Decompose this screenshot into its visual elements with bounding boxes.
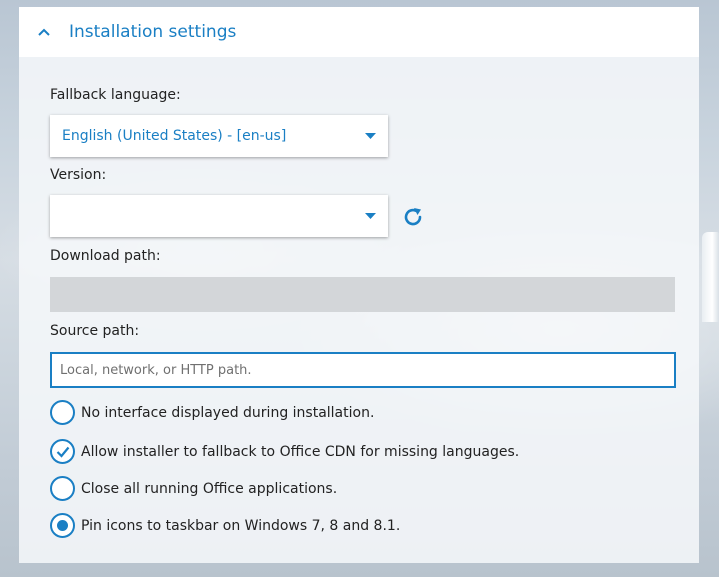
option-label: Close all running Office applications.	[81, 480, 338, 497]
version-label: Version:	[50, 167, 107, 183]
checkmark-icon[interactable]	[50, 439, 75, 464]
background-rock	[702, 232, 719, 322]
installation-settings-header[interactable]: Installation settings	[19, 7, 699, 57]
radio-filled-icon[interactable]	[50, 513, 75, 538]
option-fallback-cdn[interactable]: Allow installer to fallback to Office CD…	[50, 439, 519, 464]
version-dropdown[interactable]	[50, 195, 388, 237]
option-no-interface[interactable]: No interface displayed during installati…	[50, 400, 374, 425]
source-path-label: Source path:	[50, 323, 140, 339]
caret-down-icon	[352, 133, 388, 139]
option-label: Allow installer to fallback to Office CD…	[81, 443, 520, 460]
fallback-language-value: English (United States) - [en-us]	[62, 128, 287, 144]
option-close-office-apps[interactable]: Close all running Office applications.	[50, 476, 337, 501]
caret-down-icon	[352, 213, 388, 219]
radio-empty-icon[interactable]	[50, 400, 75, 425]
refresh-icon[interactable]	[401, 205, 425, 229]
chevron-up-icon[interactable]	[19, 28, 69, 36]
fallback-language-label: Fallback language:	[50, 87, 181, 103]
download-path-field	[50, 277, 675, 312]
radio-empty-icon[interactable]	[50, 476, 75, 501]
source-path-input[interactable]	[50, 352, 676, 388]
section-title: Installation settings	[69, 22, 237, 42]
option-pin-taskbar[interactable]: Pin icons to taskbar on Windows 7, 8 and…	[50, 513, 400, 538]
option-label: No interface displayed during installati…	[81, 404, 375, 421]
option-label: Pin icons to taskbar on Windows 7, 8 and…	[81, 517, 401, 534]
download-path-label: Download path:	[50, 248, 161, 264]
fallback-language-dropdown[interactable]: English (United States) - [en-us]	[50, 115, 388, 157]
radio-selected-dot	[57, 520, 68, 531]
